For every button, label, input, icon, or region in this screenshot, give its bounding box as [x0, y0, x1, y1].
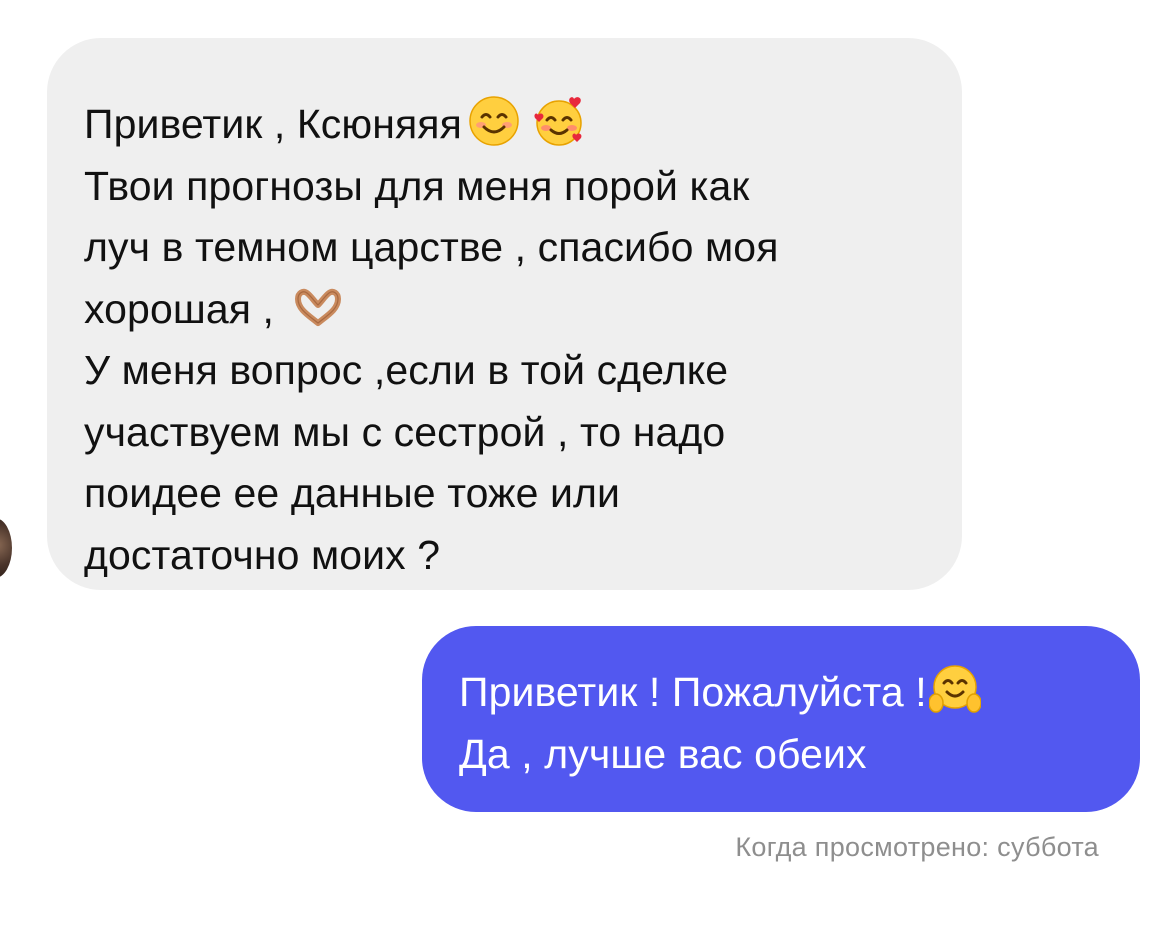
message-text: Приветик , Ксюняяя [84, 101, 462, 147]
message-text: хорошая , [84, 285, 275, 332]
hugging-face-icon [928, 663, 981, 715]
message-line: достаточно моих ? [84, 531, 441, 578]
message-line: У меня вопрос ,если в той сделке [84, 347, 729, 393]
seen-status: Когда просмотрено: суббота [735, 832, 1099, 862]
message-line: Да , лучше вас обеих [459, 730, 867, 777]
sender-avatar[interactable] [0, 518, 12, 578]
outgoing-message-bubble[interactable]: Приветик ! Пожалуйста ! Да , лучше вас о… [422, 626, 1140, 812]
message-line: Приветик ! Пожалуйста ! [459, 662, 1110, 724]
message-line: Твои прогнозы для меня порой как [84, 162, 750, 209]
message-line: Приветик , Ксюняяя [84, 94, 932, 156]
message-line: участвуем мы с сестрой , то надо [84, 408, 726, 455]
incoming-message-bubble[interactable]: Приветик , Ксюняяя Твои прогнозы для мен… [47, 38, 962, 590]
smiling-face-with-hearts-icon [534, 95, 586, 147]
heart-hands-icon [294, 287, 342, 327]
message-text: Приветик ! Пожалуйста ! [459, 669, 927, 715]
smiling-face-icon [468, 95, 520, 147]
message-line: луч в темном царстве , спасибо моя [84, 224, 779, 270]
message-line: хорошая , [84, 279, 932, 341]
message-line: поидее ее данные тоже или [84, 470, 621, 516]
